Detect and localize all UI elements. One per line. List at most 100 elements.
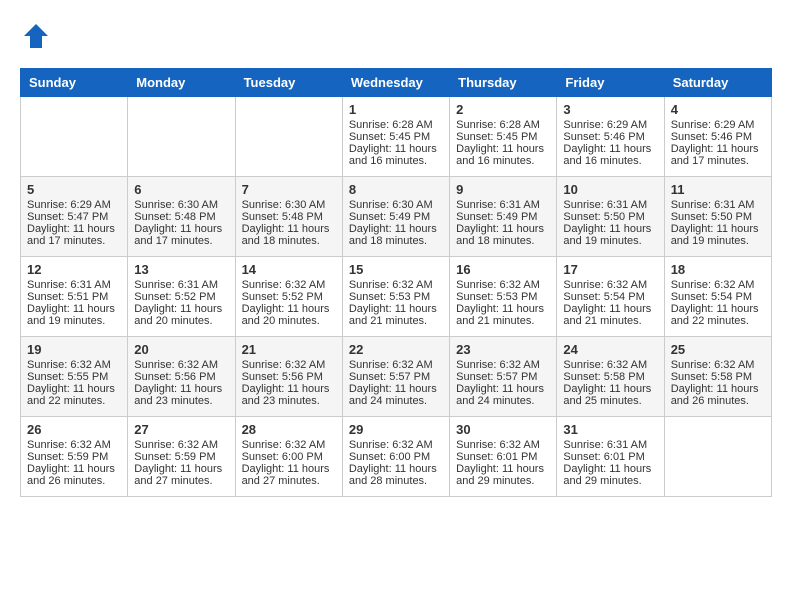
day-info: Daylight: 11 hours and 16 minutes.: [349, 143, 443, 167]
day-info: Sunrise: 6:32 AM: [349, 439, 443, 451]
calendar-cell: 15Sunrise: 6:32 AMSunset: 5:53 PMDayligh…: [342, 257, 449, 337]
day-info: Sunset: 5:54 PM: [563, 291, 657, 303]
day-info: Sunrise: 6:32 AM: [671, 359, 765, 371]
day-info: Sunrise: 6:32 AM: [349, 359, 443, 371]
calendar-cell: 28Sunrise: 6:32 AMSunset: 6:00 PMDayligh…: [235, 417, 342, 497]
day-info: Daylight: 11 hours and 22 minutes.: [671, 303, 765, 327]
day-number: 7: [242, 182, 336, 197]
day-info: Sunset: 5:47 PM: [27, 211, 121, 223]
day-info: Sunset: 6:00 PM: [242, 451, 336, 463]
calendar-week-5: 26Sunrise: 6:32 AMSunset: 5:59 PMDayligh…: [21, 417, 772, 497]
day-info: Daylight: 11 hours and 29 minutes.: [563, 463, 657, 487]
calendar-cell: [21, 97, 128, 177]
day-info: Sunset: 5:59 PM: [134, 451, 228, 463]
calendar-cell: 14 Sunrise: 6:32 AMSunset: 5:52 PMDayligh…: [235, 257, 342, 337]
calendar-cell: 19Sunrise: 6:32 AMSunset: 5:55 PMDayligh…: [21, 337, 128, 417]
day-info: Sunrise: 6:32 AM: [671, 279, 765, 291]
day-info: Daylight: 11 hours and 18 minutes.: [349, 223, 443, 247]
calendar-cell: 27Sunrise: 6:32 AMSunset: 5:59 PMDayligh…: [128, 417, 235, 497]
day-number: 30: [456, 422, 550, 437]
day-info: Daylight: 11 hours and 21 minutes.: [456, 303, 550, 327]
calendar-week-4: 19Sunrise: 6:32 AMSunset: 5:55 PMDayligh…: [21, 337, 772, 417]
calendar-cell: 2 Sunrise: 6:28 AMSunset: 5:45 PMDaylight…: [450, 97, 557, 177]
day-info: Daylight: 11 hours and 18 minutes.: [242, 223, 336, 247]
day-header-friday: Friday: [557, 69, 664, 97]
calendar-cell: [235, 97, 342, 177]
calendar-week-3: 12Sunrise: 6:31 AMSunset: 5:51 PMDayligh…: [21, 257, 772, 337]
day-info: Sunrise: 6:32 AM: [242, 439, 336, 451]
day-number: 31: [563, 422, 657, 437]
calendar-cell: 7Sunrise: 6:30 AMSunset: 5:48 PMDaylight…: [235, 177, 342, 257]
day-info: Daylight: 11 hours and 24 minutes.: [456, 383, 550, 407]
day-info: Daylight: 11 hours and 28 minutes.: [349, 463, 443, 487]
day-number: 3: [563, 102, 657, 117]
day-info: Sunset: 5:45 PM: [456, 131, 550, 143]
day-info: Daylight: 11 hours and 22 minutes.: [27, 383, 121, 407]
day-info: Sunset: 5:52 PM: [242, 291, 336, 303]
day-info: Daylight: 11 hours and 26 minutes.: [671, 383, 765, 407]
day-number: 27: [134, 422, 228, 437]
logo-icon: [20, 20, 52, 52]
day-header-tuesday: Tuesday: [235, 69, 342, 97]
day-info: Sunrise: 6:31 AM: [27, 279, 121, 291]
day-info: Sunset: 6:01 PM: [456, 451, 550, 463]
day-number: 24: [563, 342, 657, 357]
day-info: Daylight: 11 hours and 25 minutes.: [563, 383, 657, 407]
day-info: Sunset: 5:58 PM: [671, 371, 765, 383]
calendar-cell: 10Sunrise: 6:31 AMSunset: 5:50 PMDayligh…: [557, 177, 664, 257]
day-info: Daylight: 11 hours and 20 minutes.: [242, 303, 336, 327]
day-info: Sunset: 6:01 PM: [563, 451, 657, 463]
day-number: 2: [456, 102, 550, 117]
day-info: Sunset: 5:55 PM: [27, 371, 121, 383]
day-info: Sunrise: 6:32 AM: [27, 359, 121, 371]
calendar-cell: 26Sunrise: 6:32 AMSunset: 5:59 PMDayligh…: [21, 417, 128, 497]
day-info: Sunrise: 6:31 AM: [563, 439, 657, 451]
day-info: Sunrise: 6:32 AM: [134, 439, 228, 451]
day-number: 20: [134, 342, 228, 357]
day-info: Daylight: 11 hours and 17 minutes.: [27, 223, 121, 247]
day-number: 4: [671, 102, 765, 117]
day-info: Sunset: 6:00 PM: [349, 451, 443, 463]
day-number: 14: [242, 262, 336, 277]
day-info: Sunrise: 6:32 AM: [242, 279, 336, 291]
day-info: Daylight: 11 hours and 17 minutes.: [134, 223, 228, 247]
day-header-monday: Monday: [128, 69, 235, 97]
day-info: Sunrise: 6:31 AM: [134, 279, 228, 291]
day-number: 21: [242, 342, 336, 357]
calendar-cell: 17Sunrise: 6:32 AMSunset: 5:54 PMDayligh…: [557, 257, 664, 337]
calendar-cell: 31 Sunrise: 6:31 AMSunset: 6:01 PMDayligh…: [557, 417, 664, 497]
day-number: 8: [349, 182, 443, 197]
day-info: Sunset: 5:45 PM: [349, 131, 443, 143]
day-info: Sunset: 5:50 PM: [671, 211, 765, 223]
calendar-cell: 18Sunrise: 6:32 AMSunset: 5:54 PMDayligh…: [664, 257, 771, 337]
calendar-cell: [128, 97, 235, 177]
day-info: Sunset: 5:46 PM: [671, 131, 765, 143]
day-info: Sunrise: 6:28 AM: [456, 119, 550, 131]
day-info: Sunset: 5:57 PM: [349, 371, 443, 383]
calendar-cell: 21Sunrise: 6:32 AMSunset: 5:56 PMDayligh…: [235, 337, 342, 417]
day-header-wednesday: Wednesday: [342, 69, 449, 97]
day-info: Sunset: 5:48 PM: [242, 211, 336, 223]
day-info: Daylight: 11 hours and 23 minutes.: [242, 383, 336, 407]
calendar-cell: 6Sunrise: 6:30 AMSunset: 5:48 PMDaylight…: [128, 177, 235, 257]
day-number: 9: [456, 182, 550, 197]
day-number: 29: [349, 422, 443, 437]
day-info: Sunset: 5:48 PM: [134, 211, 228, 223]
day-info: Sunset: 5:57 PM: [456, 371, 550, 383]
calendar-cell: 5Sunrise: 6:29 AMSunset: 5:47 PMDaylight…: [21, 177, 128, 257]
day-number: 10: [563, 182, 657, 197]
day-info: Sunrise: 6:28 AM: [349, 119, 443, 131]
day-number: 6: [134, 182, 228, 197]
calendar-cell: 1Sunrise: 6:28 AMSunset: 5:45 PMDaylight…: [342, 97, 449, 177]
calendar-cell: 9Sunrise: 6:31 AMSunset: 5:49 PMDaylight…: [450, 177, 557, 257]
day-info: Sunset: 5:56 PM: [242, 371, 336, 383]
day-number: 22: [349, 342, 443, 357]
calendar-cell: [664, 417, 771, 497]
day-info: Daylight: 11 hours and 19 minutes.: [563, 223, 657, 247]
day-info: Daylight: 11 hours and 16 minutes.: [456, 143, 550, 167]
day-info: Sunrise: 6:32 AM: [563, 279, 657, 291]
day-info: Sunrise: 6:32 AM: [349, 279, 443, 291]
calendar-cell: 20Sunrise: 6:32 AMSunset: 5:56 PMDayligh…: [128, 337, 235, 417]
day-info: Sunset: 5:56 PM: [134, 371, 228, 383]
day-info: Sunrise: 6:32 AM: [456, 439, 550, 451]
